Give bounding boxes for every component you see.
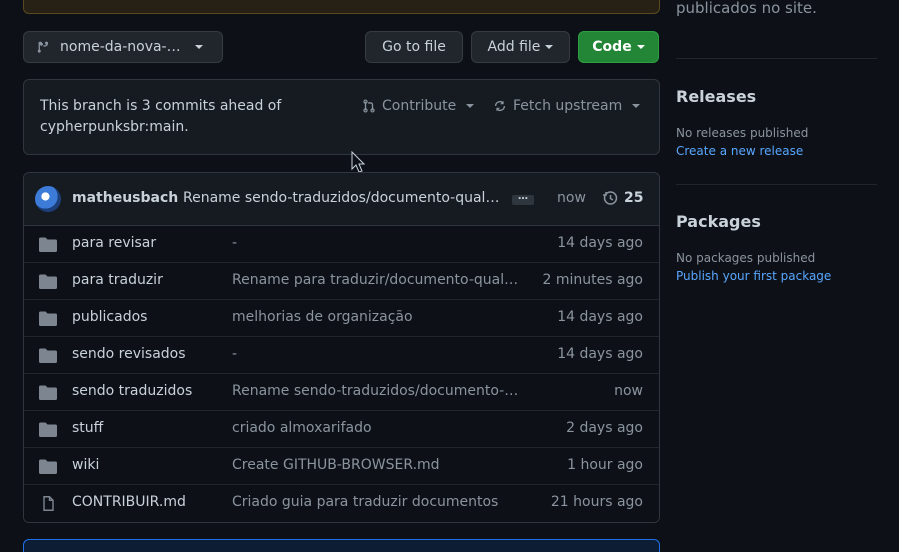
file-row[interactable]: para traduzir Rename para traduzir/docum… xyxy=(24,263,659,300)
branch-select-button[interactable]: nome-da-nova-… xyxy=(23,31,223,63)
file-commit-time: 2 days ago xyxy=(566,420,643,436)
add-file-label: Add file xyxy=(487,39,541,55)
packages-heading[interactable]: Packages xyxy=(676,212,761,231)
folder-icon xyxy=(39,348,57,363)
file-row[interactable]: para revisar - 14 days ago xyxy=(24,226,659,263)
contribute-label: Contribute xyxy=(382,98,457,114)
folder-icon xyxy=(39,385,57,400)
file-row[interactable]: publicados melhorias de organização 14 d… xyxy=(24,300,659,337)
commit-message-link[interactable]: Rename sendo-traduzidos/documento-qualqu… xyxy=(183,190,501,206)
file-name-link[interactable]: wiki xyxy=(72,457,99,473)
git-branch-icon xyxy=(37,41,49,53)
about-description: publicados no site. xyxy=(676,0,817,17)
file-row[interactable]: wiki Create GITHUB-BROWSER.md 1 hour ago xyxy=(24,448,659,485)
file-commit-message[interactable]: Criado guia para traduzir documentos xyxy=(232,494,522,510)
publish-package-link[interactable]: Publish your first package xyxy=(676,269,831,283)
folder-icon xyxy=(39,237,57,252)
file-name-link[interactable]: para traduzir xyxy=(72,272,163,288)
file-row[interactable]: sendo revisados - 14 days ago xyxy=(24,337,659,374)
add-file-button[interactable]: Add file xyxy=(471,31,570,63)
mouse-cursor-icon xyxy=(351,151,365,173)
file-commit-time: 14 days ago xyxy=(557,309,643,325)
file-name-link[interactable]: CONTRIBUIR.md xyxy=(72,494,186,510)
chevron-down-icon xyxy=(632,104,641,108)
file-icon xyxy=(43,496,54,511)
file-row[interactable]: sendo traduzidos Rename sendo-traduzidos… xyxy=(24,374,659,411)
branch-ahead-box: This branch is 3 commits ahead of cypher… xyxy=(23,79,660,155)
fetch-upstream-button[interactable]: Fetch upstream xyxy=(493,98,641,114)
packages-empty-text: No packages published xyxy=(676,251,816,265)
folder-icon xyxy=(39,459,57,474)
readme-box xyxy=(23,539,660,552)
file-commit-message[interactable]: Create GITHUB-BROWSER.md xyxy=(232,457,522,473)
chevron-down-icon xyxy=(545,45,554,49)
ahead-line-2: cypherpunksbr:main. xyxy=(40,119,189,135)
chevron-down-icon xyxy=(194,45,203,49)
file-commit-message[interactable]: - xyxy=(232,235,522,251)
chevron-down-icon xyxy=(636,45,645,49)
releases-empty-text: No releases published xyxy=(676,126,809,140)
code-button[interactable]: Code xyxy=(578,31,659,63)
file-name-link[interactable]: para revisar xyxy=(72,235,156,251)
file-commit-message[interactable]: Rename sendo-traduzidos/documento-qualqu… xyxy=(232,383,522,399)
file-row[interactable]: stuff criado almoxarifado 2 days ago xyxy=(24,411,659,448)
avatar[interactable] xyxy=(35,186,61,212)
file-name-link[interactable]: publicados xyxy=(72,309,147,325)
file-commit-time: 2 minutes ago xyxy=(542,272,643,288)
go-to-file-button[interactable]: Go to file xyxy=(365,31,463,63)
file-commit-message[interactable]: criado almoxarifado xyxy=(232,420,522,436)
branch-ahead-text: This branch is 3 commits ahead of cypher… xyxy=(40,96,340,138)
file-commit-message[interactable]: Rename para traduzir/documento-qualquer.… xyxy=(232,272,522,288)
commit-time: now xyxy=(557,190,586,206)
fetch-upstream-label: Fetch upstream xyxy=(513,98,623,114)
folder-icon xyxy=(39,274,57,289)
file-commit-message[interactable]: melhorias de organização xyxy=(232,309,522,325)
file-commit-time: now xyxy=(614,383,643,399)
notice-banner xyxy=(23,0,660,14)
sidebar-divider xyxy=(676,184,877,185)
file-name-link[interactable]: sendo traduzidos xyxy=(72,383,192,399)
git-pull-request-icon xyxy=(363,99,375,113)
commit-count: 25 xyxy=(624,190,644,206)
folder-icon xyxy=(39,422,57,437)
file-commit-time: 14 days ago xyxy=(557,346,643,362)
file-list: matheusbach Rename sendo-traduzidos/docu… xyxy=(23,172,660,523)
file-commit-message[interactable]: - xyxy=(232,346,522,362)
file-name-link[interactable]: stuff xyxy=(72,420,103,436)
contribute-button[interactable]: Contribute xyxy=(362,98,475,114)
commit-history-link[interactable]: 25 xyxy=(602,190,643,206)
latest-commit-bar: matheusbach Rename sendo-traduzidos/docu… xyxy=(24,173,659,226)
releases-heading[interactable]: Releases xyxy=(676,87,756,106)
branch-label: nome-da-nova-… xyxy=(60,39,181,55)
go-to-file-label: Go to file xyxy=(382,39,446,55)
expand-commit-button[interactable]: … xyxy=(512,192,534,205)
file-commit-time: 21 hours ago xyxy=(550,494,643,510)
sync-icon xyxy=(494,100,506,112)
code-label: Code xyxy=(592,39,632,55)
folder-icon xyxy=(39,311,57,326)
create-release-link[interactable]: Create a new release xyxy=(676,144,803,158)
sidebar-divider xyxy=(676,58,877,59)
history-icon xyxy=(603,191,618,205)
ahead-line-1: This branch is 3 commits ahead of xyxy=(40,98,282,114)
file-commit-time: 1 hour ago xyxy=(567,457,643,473)
commit-author-link[interactable]: matheusbach xyxy=(72,190,178,206)
file-name-link[interactable]: sendo revisados xyxy=(72,346,186,362)
file-row[interactable]: CONTRIBUIR.md Criado guia para traduzir … xyxy=(24,485,659,522)
file-commit-time: 14 days ago xyxy=(557,235,643,251)
chevron-down-icon xyxy=(466,104,475,108)
